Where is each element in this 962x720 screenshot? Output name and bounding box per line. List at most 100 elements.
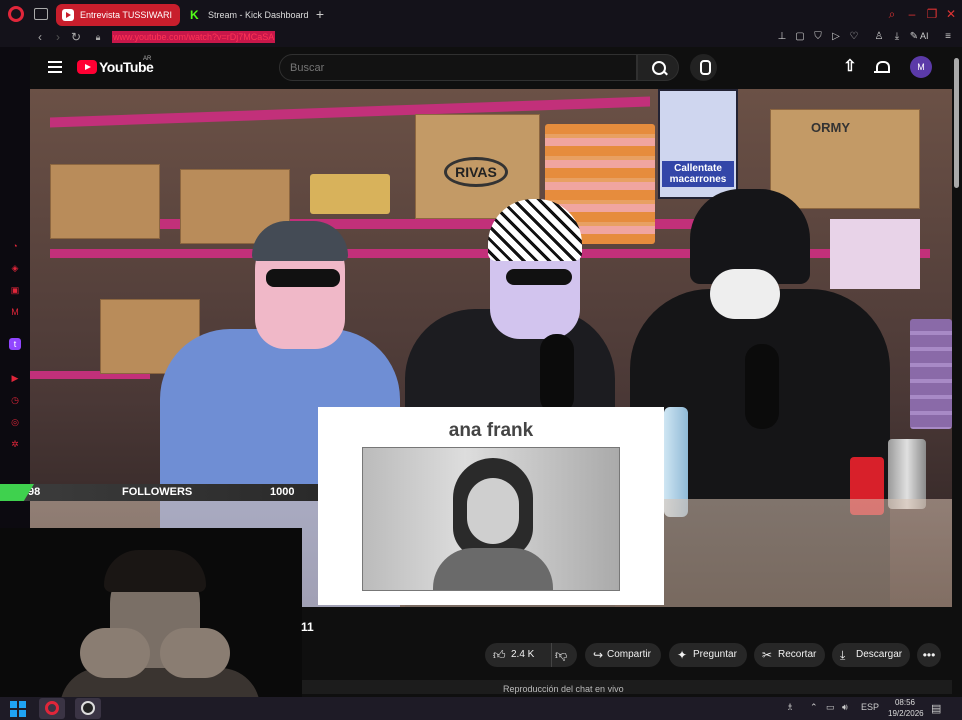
ai-label[interactable]: AI bbox=[920, 31, 929, 41]
youtube-logo-icon[interactable] bbox=[77, 60, 97, 74]
workspace-icon[interactable]: ◈ bbox=[9, 262, 21, 274]
back-button[interactable]: ‹ bbox=[33, 30, 47, 44]
download-arrow-icon: ⤓ bbox=[840, 648, 846, 662]
lock-icon: 🔒︎ bbox=[95, 32, 101, 42]
download-icon[interactable]: ⤓ bbox=[891, 31, 903, 43]
volume-icon[interactable]: 🔊︎ bbox=[842, 702, 848, 713]
mail-icon[interactable]: M bbox=[9, 306, 21, 318]
followers-goal: 1000 bbox=[270, 486, 295, 498]
like-dislike-pill[interactable]: 👍︎ 2.4 K 👎︎ bbox=[485, 643, 577, 667]
share-icon: ↪ bbox=[593, 648, 604, 662]
followers-label: FOLLOWERS bbox=[122, 486, 193, 498]
close-window-button[interactable]: ✕ bbox=[943, 6, 959, 22]
country-code: AR bbox=[143, 56, 152, 62]
tab-label: Stream - Kick Dashboard bbox=[208, 10, 308, 20]
opera-taskbar-icon bbox=[45, 701, 59, 715]
youtube-favicon-icon bbox=[62, 9, 74, 21]
search-button[interactable] bbox=[637, 54, 679, 81]
microphone bbox=[540, 334, 574, 414]
player-icon[interactable]: ▷ bbox=[830, 31, 842, 43]
search-input[interactable] bbox=[279, 54, 637, 81]
followers-goal-bar: 98 FOLLOWERS 1000 bbox=[0, 484, 318, 501]
like-icon[interactable]: 👍︎ bbox=[493, 643, 506, 667]
portrait-face bbox=[467, 478, 519, 544]
microphone bbox=[745, 344, 779, 429]
search-tabs-icon[interactable]: ⌕ bbox=[884, 6, 900, 22]
tab-label: Entrevista TUSSIWARI bbox=[80, 10, 173, 20]
shirt-stack bbox=[910, 319, 952, 429]
tray-chevron-icon[interactable]: ⌃ bbox=[810, 702, 818, 713]
windows-taskbar bbox=[0, 697, 962, 720]
url-field[interactable]: www.youtube.com/watch?v=rDj7MCaSA bbox=[112, 31, 276, 43]
new-tab-button[interactable]: + bbox=[313, 6, 327, 22]
sunglasses bbox=[506, 269, 572, 285]
share-button[interactable]: ↪ Compartir bbox=[585, 643, 661, 667]
clip-label: Recortar bbox=[778, 649, 817, 660]
clock-date: 19/2/2026 bbox=[888, 709, 924, 718]
hamburger-menu-icon[interactable] bbox=[48, 61, 62, 73]
twitch-icon[interactable]: t bbox=[9, 338, 21, 350]
chat-replay-strip[interactable] bbox=[302, 680, 952, 694]
scrollbar-thumb[interactable] bbox=[954, 58, 959, 188]
history-icon[interactable]: ◷ bbox=[9, 394, 21, 406]
download-label: Descargar bbox=[856, 649, 903, 660]
taskbar-opera-app[interactable] bbox=[39, 698, 65, 719]
streamer-hair bbox=[104, 550, 206, 592]
profile-icon[interactable]: ♙ bbox=[873, 31, 885, 43]
streamer-hand bbox=[80, 628, 150, 678]
download-button[interactable]: ⤓ Descargar bbox=[832, 643, 910, 667]
forward-button[interactable]: › bbox=[51, 30, 65, 44]
tab-youtube-interview[interactable]: Entrevista TUSSIWARI bbox=[56, 4, 180, 26]
kick-favicon-icon: K bbox=[190, 8, 199, 22]
streamer-hand bbox=[160, 628, 230, 678]
minimize-button[interactable]: – bbox=[904, 6, 920, 22]
taskbar-clock[interactable]: 08:56 19/2/2026 bbox=[888, 697, 924, 719]
cardboard-box bbox=[50, 164, 160, 239]
more-actions-button[interactable]: ••• bbox=[917, 643, 941, 667]
reload-button[interactable]: ↻ bbox=[69, 30, 83, 44]
aria-sidebar-icon[interactable]: ◔ bbox=[9, 240, 21, 252]
people-icon[interactable]: ♗ bbox=[786, 702, 794, 713]
aria-icon[interactable]: ✎ bbox=[908, 31, 920, 43]
settings-gear-icon[interactable]: ✲ bbox=[9, 438, 21, 450]
sparkle-icon: ✦ bbox=[677, 648, 688, 662]
heart-icon[interactable]: ♡ bbox=[848, 31, 860, 43]
video-title: 11 bbox=[301, 620, 314, 634]
player-sidebar-icon[interactable]: ▶ bbox=[9, 372, 21, 384]
portrait-shoulders bbox=[433, 548, 553, 590]
upload-icon[interactable]: ⇧ bbox=[843, 59, 857, 75]
taskbar-obs-app[interactable] bbox=[75, 698, 101, 719]
clip-button[interactable]: ✂ Recortar bbox=[754, 643, 825, 667]
person-left-cap bbox=[252, 221, 348, 261]
share-label: Compartir bbox=[607, 649, 651, 660]
dislike-icon[interactable]: 👎︎ bbox=[555, 643, 567, 667]
pin-icon[interactable]: ⊥ bbox=[776, 31, 788, 43]
ask-label: Preguntar bbox=[693, 649, 737, 660]
shield-icon[interactable]: ⛉ bbox=[812, 31, 824, 43]
tab-kick-dashboard[interactable]: K Stream - Kick Dashboard bbox=[184, 4, 308, 26]
like-count: 2.4 K bbox=[511, 649, 535, 660]
chat-replay-label[interactable]: Reproducción del chat en vivo bbox=[503, 684, 624, 694]
windows-start-icon[interactable] bbox=[10, 701, 26, 717]
ask-button[interactable]: ✦ Preguntar bbox=[669, 643, 747, 667]
language-indicator[interactable]: ESP bbox=[861, 702, 879, 712]
opera-logo-icon[interactable] bbox=[8, 6, 24, 22]
snapshot-icon[interactable]: ▢ bbox=[794, 31, 806, 43]
sunglasses bbox=[266, 269, 340, 287]
notifications-bell-icon[interactable] bbox=[874, 60, 890, 74]
network-icon[interactable]: ▭ bbox=[826, 702, 835, 713]
tab-islands-icon[interactable] bbox=[34, 8, 48, 20]
voice-search-button[interactable] bbox=[690, 54, 717, 81]
maximize-button[interactable]: ❐ bbox=[924, 6, 940, 22]
avatar[interactable]: M bbox=[910, 56, 932, 78]
pill-divider bbox=[551, 643, 552, 667]
box-label: RIVAS bbox=[444, 157, 508, 187]
chat-icon[interactable]: ◎ bbox=[9, 416, 21, 428]
meme-title: ana frank bbox=[448, 420, 534, 441]
menu-lines-icon[interactable]: ≡ bbox=[942, 31, 954, 43]
scissors-icon: ✂ bbox=[762, 648, 773, 662]
box-label: ORMY bbox=[811, 120, 850, 135]
messenger-icon[interactable]: ▣ bbox=[9, 284, 21, 296]
streamer-webcam bbox=[0, 528, 302, 700]
notification-center-icon[interactable]: ▤ bbox=[931, 702, 941, 715]
